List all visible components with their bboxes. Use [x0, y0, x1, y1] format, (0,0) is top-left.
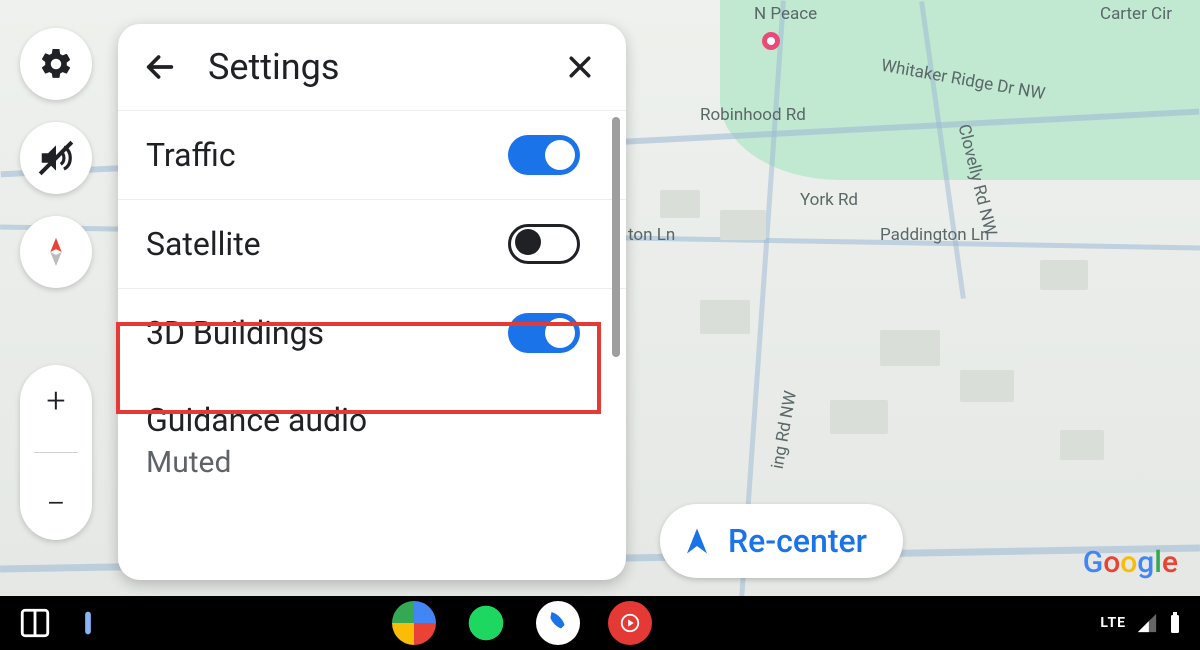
panel-title: Settings	[208, 46, 560, 88]
road-label: N Peace	[754, 4, 817, 24]
signal-icon	[1136, 612, 1158, 634]
divider	[34, 452, 78, 453]
zoom-out-button[interactable]: −	[46, 484, 65, 524]
assistant-icon[interactable]	[80, 606, 96, 640]
map-building	[660, 190, 700, 218]
google-logo: Google	[1083, 545, 1178, 580]
app-icon-google[interactable]	[392, 601, 436, 645]
road-label: ing Rd NW	[768, 389, 801, 470]
app-dock	[18, 601, 652, 645]
mute-button[interactable]	[20, 122, 92, 194]
recenter-button[interactable]: Re-center	[660, 504, 903, 578]
toggle-traffic[interactable]	[508, 135, 580, 175]
map-building	[720, 210, 766, 240]
compass-icon	[39, 235, 73, 269]
app-grid-icon[interactable]	[18, 606, 52, 640]
system-bar: LTE	[0, 596, 1200, 650]
open-settings-button[interactable]	[20, 28, 92, 100]
close-icon	[565, 52, 595, 82]
map-building	[700, 300, 750, 334]
map-building	[880, 330, 940, 366]
map-building	[960, 370, 1014, 402]
close-button[interactable]	[560, 47, 600, 87]
row-label: Guidance audio	[146, 401, 580, 439]
app-icon-music[interactable]	[608, 601, 652, 645]
zoom-control: + −	[20, 365, 92, 540]
guidance-audio-value: Muted	[118, 445, 626, 480]
toggle-knob	[545, 140, 575, 170]
map-building	[1060, 430, 1104, 460]
road-label: ton Ln	[628, 225, 675, 245]
status-area: LTE	[1100, 611, 1182, 635]
back-button[interactable]	[140, 47, 180, 87]
road-label: York Rd	[800, 190, 858, 210]
settings-row-traffic[interactable]: Traffic	[118, 111, 626, 200]
zoom-in-button[interactable]: +	[46, 381, 65, 421]
settings-panel: Settings Traffic Satellite 3D Buildings …	[118, 24, 626, 580]
battery-icon	[1168, 611, 1182, 635]
app-icon-phone[interactable]	[536, 601, 580, 645]
map-building	[830, 400, 888, 434]
toggle-3d-buildings[interactable]	[508, 313, 580, 353]
row-label: 3D Buildings	[146, 314, 508, 352]
panel-body[interactable]: Traffic Satellite 3D Buildings Guidance …	[118, 111, 626, 579]
compass-button[interactable]	[20, 216, 92, 288]
arrow-left-icon	[143, 50, 177, 84]
settings-row-3d-buildings[interactable]: 3D Buildings	[118, 289, 626, 377]
app-icon-spotify[interactable]	[464, 601, 508, 645]
network-label: LTE	[1100, 615, 1126, 631]
row-label: Traffic	[146, 136, 508, 174]
map-building	[1040, 260, 1088, 290]
toggle-satellite[interactable]	[508, 224, 580, 264]
navigation-arrow-icon	[682, 526, 712, 556]
recenter-label: Re-center	[728, 522, 867, 560]
road-label: Paddington Ln	[880, 225, 989, 245]
settings-row-satellite[interactable]: Satellite	[118, 200, 626, 289]
road-label: Carter Cir	[1100, 4, 1172, 24]
scrollbar[interactable]	[612, 117, 620, 357]
road-label: Robinhood Rd	[700, 105, 806, 125]
poi-pin-icon	[760, 30, 782, 52]
row-label: Satellite	[146, 225, 508, 263]
toggle-knob	[545, 318, 575, 348]
panel-header: Settings	[118, 24, 626, 111]
toggle-knob	[515, 229, 541, 255]
settings-row-guidance-audio[interactable]: Guidance audio	[118, 377, 626, 445]
volume-muted-icon	[37, 139, 75, 177]
gear-icon	[38, 46, 74, 82]
